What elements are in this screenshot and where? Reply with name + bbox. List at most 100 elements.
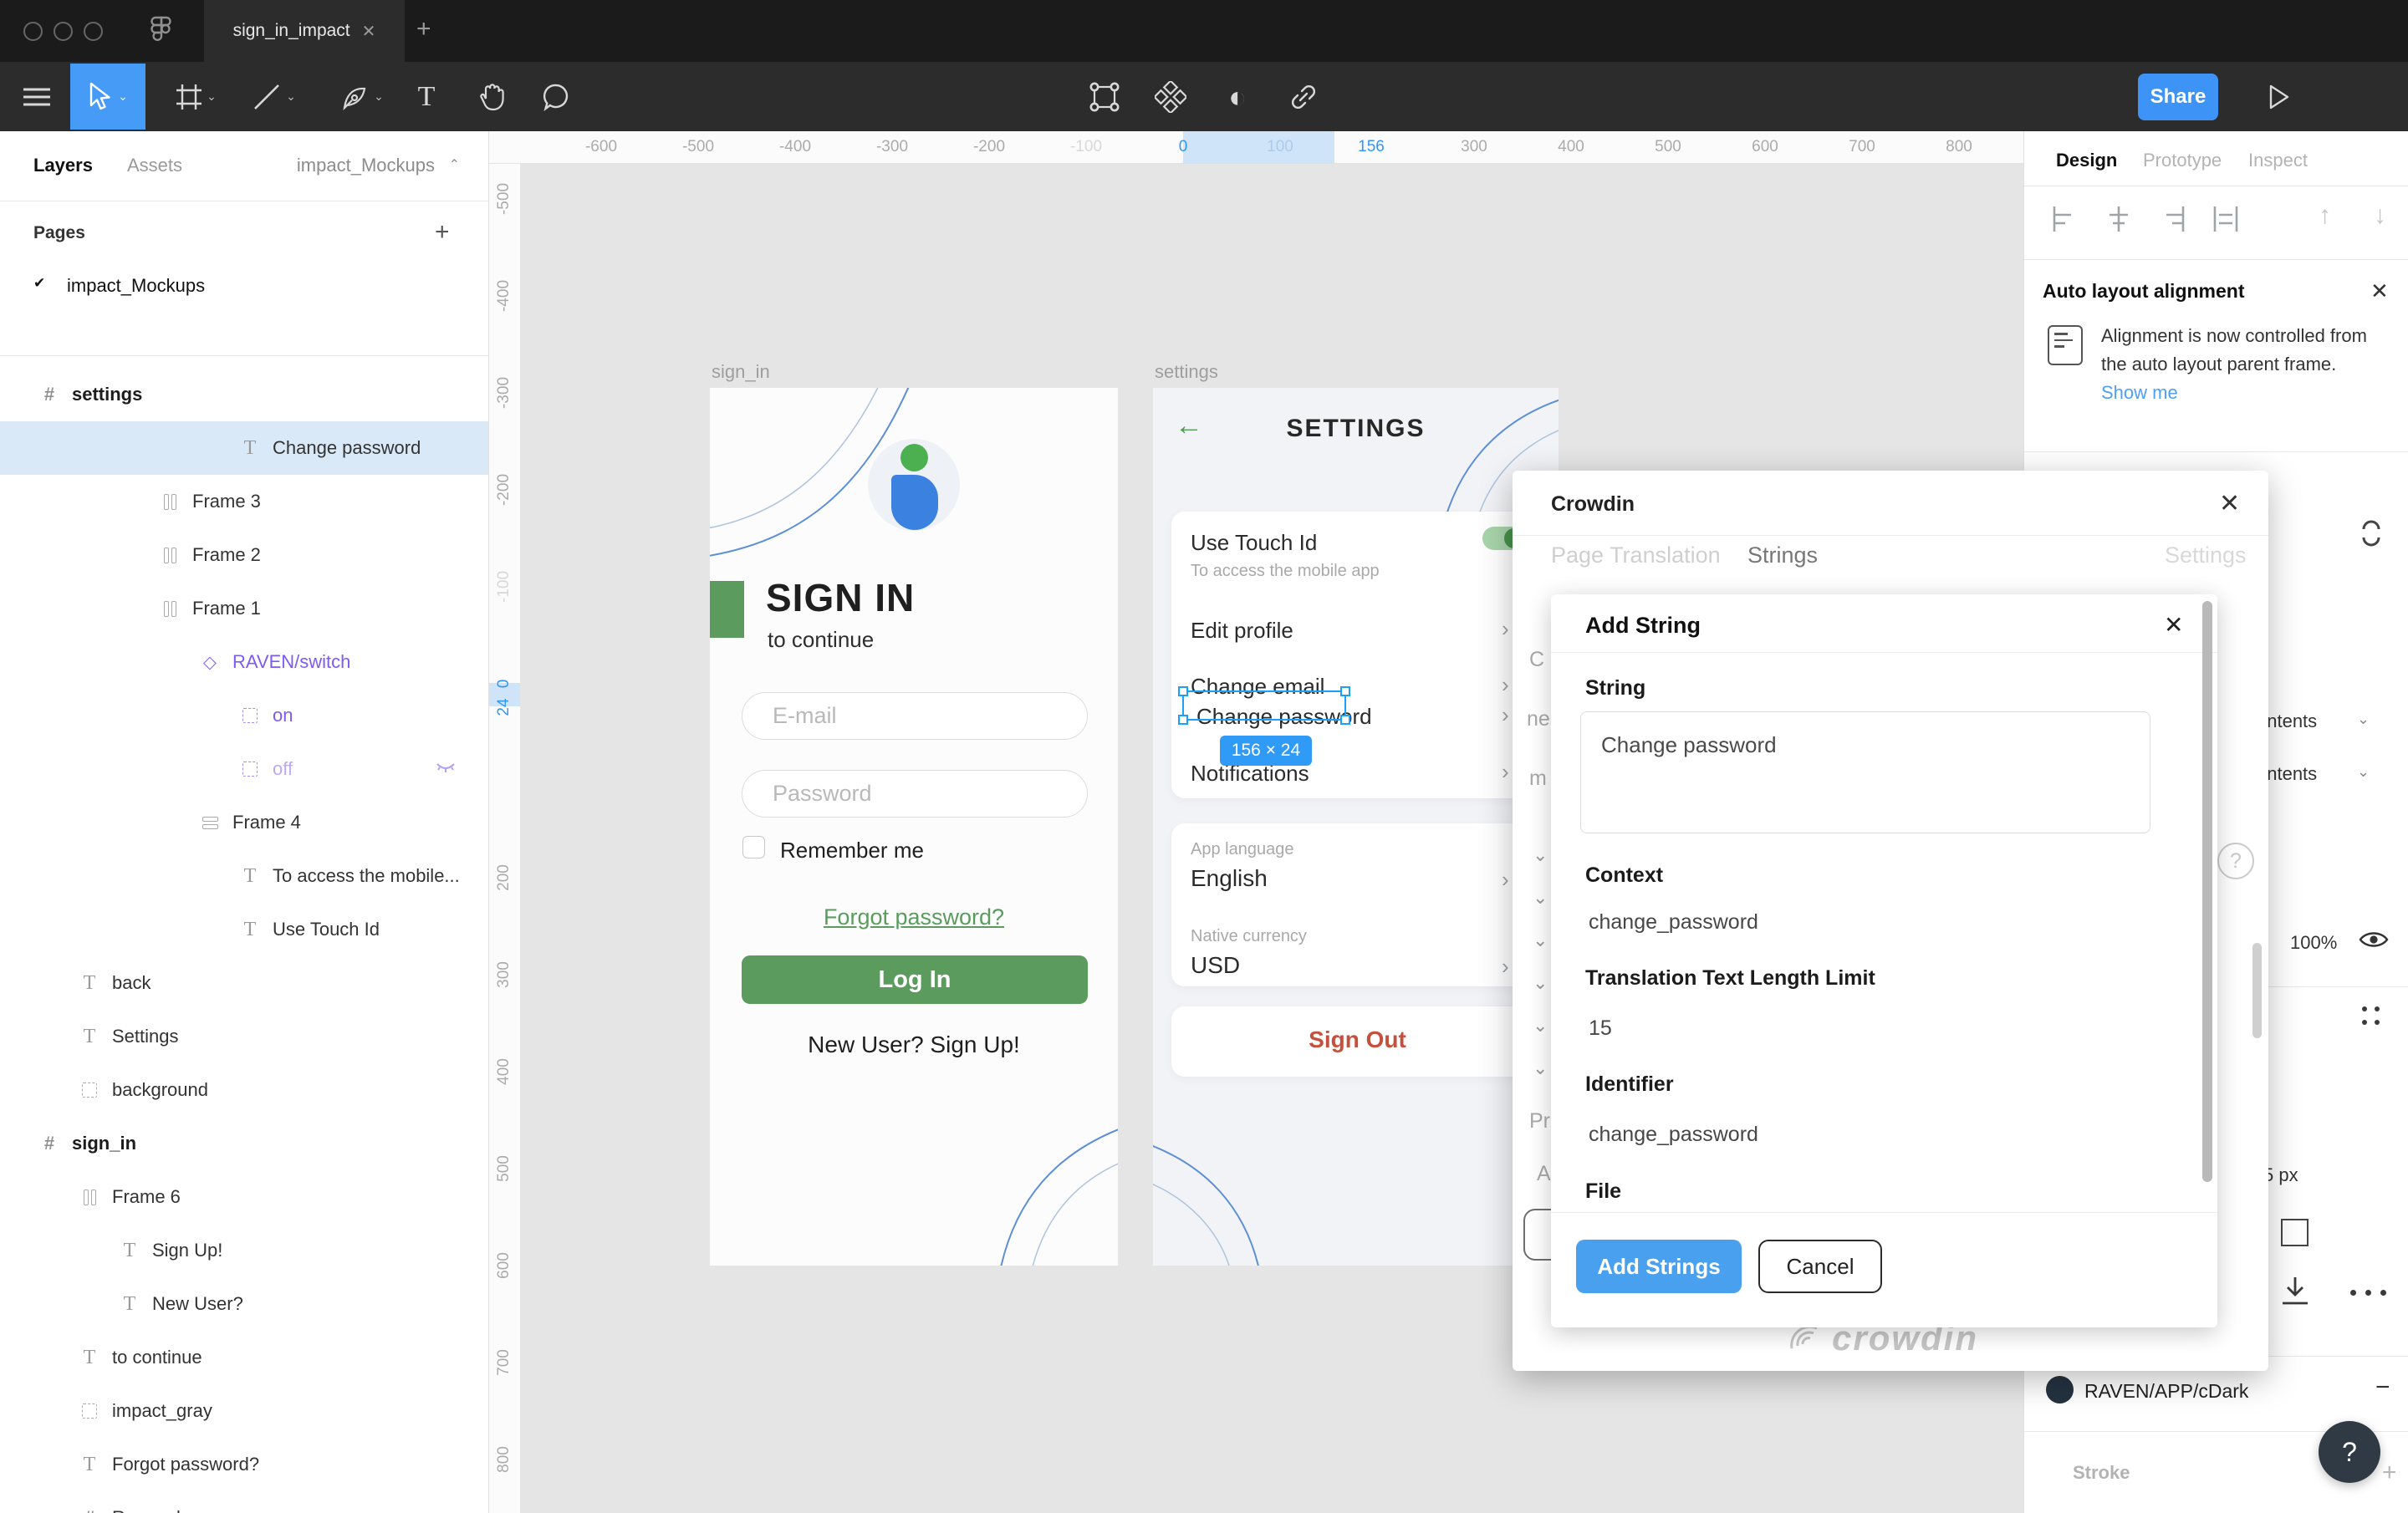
tab-design[interactable]: Design [2056,150,2117,171]
add-strings-button[interactable]: Add Strings [1576,1240,1742,1293]
show-me-link[interactable]: Show me [2101,382,2178,403]
stroke-style-icon[interactable] [2281,1219,2309,1246]
layer-row[interactable]: #sign_in [0,1117,489,1170]
move-up-button[interactable]: ↑ [2319,201,2331,230]
detach-style-button[interactable]: − [2375,1373,2390,1402]
sign-out-button[interactable]: Sign Out [1171,1026,1543,1053]
stroke-width-value[interactable]: 5 px [2263,1164,2298,1186]
link-button[interactable] [1281,62,1326,131]
layer-row[interactable]: on [0,689,489,742]
close-icon[interactable]: ✕ [2370,278,2389,304]
document-tab[interactable]: sign_in_impact ✕ [204,0,405,62]
layer-row[interactable]: ◇RAVEN/switch [0,635,489,689]
layer-row[interactable]: TUse Touch Id [0,903,489,956]
page-switcher-chevron-icon[interactable]: ⌃ [449,156,460,173]
create-component-button[interactable] [1149,62,1192,131]
opacity-value[interactable]: 100% [2290,932,2337,954]
align-right-button[interactable] [2158,205,2186,233]
export-download-icon[interactable] [2279,1276,2311,1306]
tab-inspect[interactable]: Inspect [2248,150,2308,171]
layer-row[interactable]: Frame 2 [0,528,489,582]
expand-chevron-icon[interactable]: ⌄ [1533,1015,1548,1037]
add-page-button[interactable]: + [435,218,450,247]
new-tab-button[interactable]: + [416,15,431,43]
help-button[interactable]: ? [2319,1421,2380,1483]
text-tool-button[interactable]: T [408,62,445,131]
independent-corners-icon[interactable] [2362,1006,2380,1025]
add-stroke-button[interactable]: + [2382,1459,2397,1487]
layer-row[interactable]: background [0,1063,489,1117]
frame-tool-chevron-icon[interactable]: ⌄ [207,89,217,104]
layer-row[interactable]: off [0,742,489,796]
traffic-light-close-icon[interactable] [23,22,43,41]
forgot-password-link[interactable]: Forgot password? [710,904,1118,930]
distribute-button[interactable] [2212,205,2240,233]
app-language-value[interactable]: English [1191,865,1268,892]
string-input[interactable]: Change password [1580,711,2150,833]
layer-row[interactable]: TNew User? [0,1277,489,1331]
page-switcher[interactable]: impact_Mockups [297,155,435,176]
comment-tool-button[interactable] [533,62,579,131]
dialog-close-icon[interactable]: ✕ [2164,611,2183,639]
tab-page-translation[interactable]: Page Translation [1551,543,1721,568]
frame-label[interactable]: sign_in [712,361,770,383]
more-options-icon[interactable] [2350,1290,2386,1296]
move-tool-button[interactable]: ⌄ [70,64,145,130]
expand-chevron-icon[interactable]: ⌄ [1533,844,1548,866]
length-limit-value[interactable]: 15 [1589,1016,1612,1041]
plugin-close-icon[interactable]: ✕ [2219,489,2240,518]
constraints-icon[interactable] [2357,514,2385,553]
frame-settings[interactable]: settings ← SETTINGS Use Touch Id To acce… [1153,388,1559,1266]
layer-row[interactable]: Frame 4 [0,796,489,849]
log-in-button[interactable]: Log In [742,955,1088,1004]
currency-value[interactable]: USD [1191,952,1240,979]
pen-tool-button[interactable]: ⌄ [328,62,396,131]
expand-chevron-icon[interactable]: ⌄ [1533,930,1548,951]
move-tool-chevron-icon[interactable]: ⌄ [118,89,128,104]
modal-scrollbar[interactable] [2252,943,2262,1038]
frame-tool-button[interactable]: ⌄ [164,62,229,131]
layer-row[interactable]: Tback [0,956,489,1010]
cancel-button[interactable]: Cancel [1758,1240,1882,1293]
main-menu-button[interactable] [18,62,55,131]
shape-tool-button[interactable]: ⌄ [241,62,308,131]
identifier-value[interactable]: change_password [1589,1123,1758,1147]
tab-close-icon[interactable]: ✕ [362,21,376,42]
help-circle-icon[interactable]: ? [2217,843,2254,879]
layer-row[interactable]: TChange password [0,421,489,475]
color-style-swatch[interactable] [2046,1376,2074,1403]
shape-tool-chevron-icon[interactable]: ⌄ [286,89,296,104]
expand-chevron-icon[interactable]: ⌄ [1533,1057,1548,1079]
selection-box[interactable] [1182,690,1346,721]
layer-row[interactable]: TSettings [0,1010,489,1063]
present-button[interactable] [2258,62,2301,131]
remember-me-checkbox[interactable] [742,836,765,858]
page-item[interactable]: impact_Mockups [67,275,205,297]
tab-settings[interactable]: Settings [2165,543,2247,568]
align-center-button[interactable] [2104,205,2133,233]
layer-row[interactable]: #settings [0,368,489,421]
frame-label[interactable]: settings [1155,361,1218,383]
tab-assets[interactable]: Assets [127,155,182,176]
color-style-name[interactable]: RAVEN/APP/cDark [2084,1380,2248,1403]
sign-up-text[interactable]: New User? Sign Up! [710,1032,1118,1058]
align-left-button[interactable] [2051,205,2079,233]
mask-button[interactable]: ◐ [1216,62,1259,131]
hidden-eye-icon[interactable] [436,762,456,774]
dialog-scrollbar[interactable] [2202,601,2212,1182]
tab-prototype[interactable]: Prototype [2143,150,2222,171]
layer-row[interactable]: Frame 1 [0,582,489,635]
layer-row[interactable]: #Remember me [0,1491,489,1513]
layer-row[interactable]: TTo access the mobile... [0,849,489,903]
layer-row[interactable]: impact_gray [0,1384,489,1438]
expand-chevron-icon[interactable]: ⌄ [1533,887,1548,909]
context-value[interactable]: change_password [1589,910,1758,935]
traffic-light-minimize-icon[interactable] [54,22,73,41]
traffic-light-zoom-icon[interactable] [84,22,103,41]
hand-tool-button[interactable] [470,62,513,131]
edit-profile-item[interactable]: Edit profile [1191,618,1293,644]
visibility-eye-icon[interactable] [2359,929,2389,950]
move-down-button[interactable]: ↓ [2374,201,2386,230]
share-button[interactable]: Share [2138,74,2218,120]
expand-chevron-icon[interactable]: ⌄ [1533,972,1548,994]
